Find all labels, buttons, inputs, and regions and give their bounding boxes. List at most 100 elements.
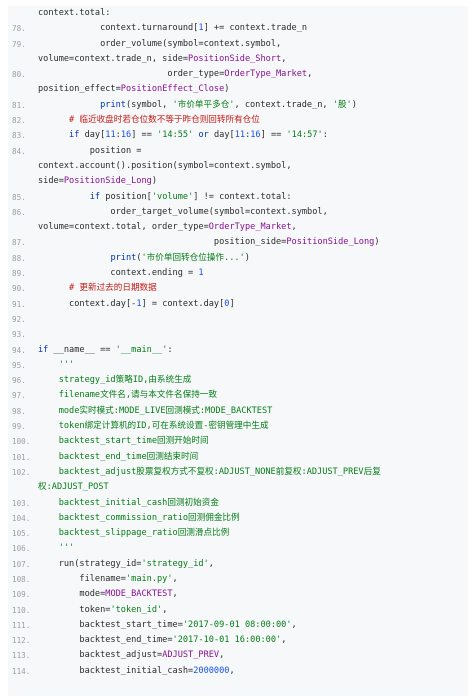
code-line: 90. # 更新过去的日期数据	[8, 281, 468, 296]
code-text: backtest_slippage_ratio回测滑点比例	[38, 528, 230, 539]
code-text: if position['volume'] != context.total:	[89, 191, 292, 202]
code-line: 80. order_type=OrderType_Market,	[8, 67, 468, 82]
line-number: 104.	[12, 513, 31, 523]
code-text: backtest_adjust=ADJUST_PREV,	[38, 650, 225, 661]
line-number: 108.	[12, 574, 31, 584]
code-line: 96. strategy_id策略ID,由系统生成	[8, 373, 468, 388]
line-number: 103.	[12, 498, 31, 508]
code-line: 79. order_volume(symbol=context.symbol,	[8, 37, 468, 52]
code-text: # 临近收盘时若仓位数不等于昨仓则回转所有仓位	[38, 115, 260, 126]
code-line: 100. backtest_start_time回测开始时间	[8, 434, 468, 449]
code-text: position =	[38, 145, 142, 156]
line-number: 89.	[12, 269, 26, 279]
code-line: 105. backtest_slippage_ratio回测滑点比例	[8, 526, 468, 541]
code-line: 101. backtest_end_time回测结束时间	[8, 450, 468, 465]
line-number: 114.	[12, 666, 31, 676]
line-number: 97.	[12, 391, 26, 401]
line-number: 113.	[12, 651, 31, 661]
code-line: 84. position =	[8, 144, 468, 159]
code-line: 113. backtest_adjust=ADJUST_PREV,	[8, 648, 468, 663]
code-text: '''	[38, 359, 75, 370]
line-number: 86.	[12, 207, 26, 217]
code-text: mode实时模式:MODE_LIVE回测模式:MODE_BACKTEST	[38, 405, 273, 416]
code-text: side=PositionSide_Long)	[38, 176, 158, 187]
code-text: filename='main.py',	[38, 573, 178, 584]
line-number: 112.	[12, 636, 31, 646]
code-line: 95. '''	[8, 358, 468, 373]
line-number: 96.	[12, 376, 26, 386]
line-number: 88.	[12, 253, 26, 263]
code-text: context.turnaround[1] += context.trade_n	[38, 23, 308, 34]
code-text: if __name__ == '__main__':	[38, 344, 173, 355]
code-line: volume=context.total, order_type=OrderTy…	[8, 220, 468, 235]
code-text: 权:ADJUST_POST	[38, 482, 109, 493]
code-text: backtest_commission_ratio回测佣金比例	[38, 512, 240, 523]
code-block: context.total: 78. context.turnaround[1] …	[8, 6, 468, 696]
line-number: 100.	[12, 437, 31, 447]
code-line: 权:ADJUST_POST	[8, 480, 468, 495]
line-number: 84.	[12, 146, 26, 156]
code-line: 108. filename='main.py',	[8, 572, 468, 587]
code-text: context.total:	[38, 8, 111, 18]
line-number: 83.	[12, 131, 26, 141]
code-line: 107. run(strategy_id='strategy_id',	[8, 557, 468, 572]
code-text: backtest_start_time='2017-09-01 08:00:00…	[38, 619, 297, 630]
code-line: 89. context.ending = 1	[8, 266, 468, 281]
code-line: 104. backtest_commission_ratio回测佣金比例	[8, 511, 468, 526]
code-line: 91. context.day[-1] = context.day[0]	[8, 297, 468, 312]
code-text: volume=context.trade_n, side=PositionSid…	[38, 53, 287, 64]
code-line: side=PositionSide_Long)	[8, 174, 468, 189]
code-text: backtest_initial_cash=2000000,	[38, 665, 235, 676]
code-line: 106. '''	[8, 541, 468, 556]
code-text: context.ending = 1	[38, 268, 204, 279]
line-number: 109.	[12, 590, 31, 600]
code-line: 109. mode=MODE_BACKTEST,	[8, 587, 468, 602]
code-text: if day[11:16] == '14:55' or day[11:16] =…	[69, 130, 328, 141]
code-line: 112. backtest_end_time='2017-10-01 16:00…	[8, 633, 468, 648]
code-line: position_effect=PositionEffect_Close)	[8, 82, 468, 97]
code-line: 94. if __name__ == '__main__':	[8, 343, 468, 358]
line-number: 98.	[12, 406, 26, 416]
line-number: 105.	[12, 529, 31, 539]
code-text: backtest_adjust股票复权方式不复权:ADJUST_NONE前复权:…	[38, 466, 381, 477]
code-text: strategy_id策略ID,由系统生成	[38, 375, 192, 386]
line-number: 99.	[12, 422, 26, 432]
code-line: 85. if position['volume'] != context.tot…	[8, 190, 468, 205]
code-line: 88. print('市价单回转仓位操作...')	[8, 251, 468, 266]
line-number: 94.	[12, 345, 26, 355]
code-text: print(symbol, '市价单平多仓', context.trade_n,…	[100, 99, 357, 110]
code-text: context.account().position(symbol=contex…	[38, 160, 292, 171]
code-text: # 更新过去的日期数据	[38, 283, 157, 294]
code-text: mode=MODE_BACKTEST,	[38, 589, 178, 600]
line-number: 80.	[12, 70, 26, 80]
line-number: 81.	[12, 100, 26, 110]
code-text: order_volume(symbol=context.symbol,	[38, 38, 282, 49]
code-text: token绑定计算机的ID,可在系统设置-密钥管理中生成	[38, 421, 269, 432]
code-text: '''	[38, 543, 75, 554]
code-line: context.total:	[8, 6, 468, 21]
code-text: backtest_initial_cash回测初始资金	[38, 497, 219, 508]
code-line: context.account().position(symbol=contex…	[8, 159, 468, 174]
code-line: 87. position_side=PositionSide_Long)	[8, 235, 468, 250]
line-number: 95.	[12, 360, 26, 370]
line-number: 102.	[12, 467, 31, 477]
code-text: backtest_start_time回测开始时间	[38, 436, 209, 447]
line-number: 87.	[12, 238, 26, 248]
code-line: 110. token='token_id',	[8, 603, 468, 618]
code-line: volume=context.trade_n, side=PositionSid…	[8, 52, 468, 67]
code-text: run(strategy_id='strategy_id',	[38, 558, 214, 569]
line-number: 110.	[12, 605, 31, 615]
line-number: 85.	[12, 192, 26, 202]
line-number: 90.	[12, 284, 26, 294]
code-line: 83. if day[11:16] == '14:55' or day[11:1…	[8, 128, 468, 143]
code-text: token='token_id',	[38, 604, 168, 615]
code-line: 81. print(symbol, '市价单平多仓', context.trad…	[8, 98, 468, 113]
line-number: 91.	[12, 299, 26, 309]
line-number: 101.	[12, 452, 31, 462]
code-text: filename文件名,请与本文件名保持一致	[38, 390, 217, 401]
line-number: 93.	[12, 330, 26, 340]
line-number: 82.	[12, 116, 26, 126]
line-number: 78.	[12, 24, 26, 34]
